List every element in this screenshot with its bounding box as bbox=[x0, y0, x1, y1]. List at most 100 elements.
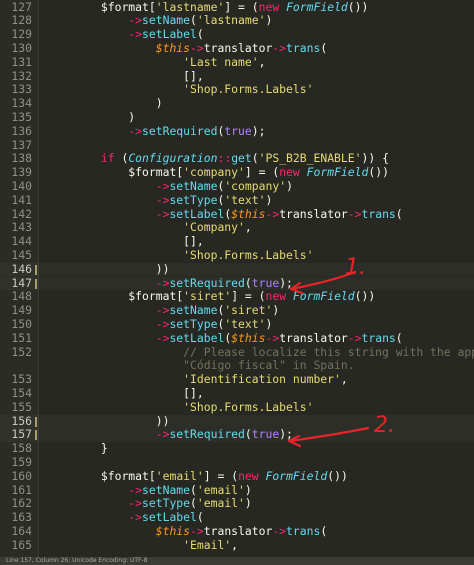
code-line[interactable]: 136 ->setRequired(true); bbox=[0, 123, 474, 139]
code-token: trans bbox=[286, 523, 321, 538]
code-line[interactable]: 128 ->setName('lastname') bbox=[0, 13, 474, 28]
code-line[interactable]: 165 'Email', bbox=[0, 538, 474, 553]
code-line[interactable]: 162 ->setType('email') bbox=[0, 496, 474, 511]
code-line[interactable]: 148 $format['siret'] = (new FormField()) bbox=[0, 289, 474, 304]
code-line[interactable]: 140 ->setName('company') bbox=[0, 178, 474, 194]
code-line[interactable]: 143 'Company', bbox=[0, 220, 474, 235]
code-token: ) bbox=[265, 316, 273, 331]
code-token: ); bbox=[251, 123, 266, 138]
code-token: -> bbox=[46, 178, 170, 193]
code-token: ()) bbox=[368, 165, 389, 180]
line-number: 136 bbox=[11, 123, 32, 138]
code-token: 'siret' bbox=[183, 289, 232, 304]
code-text: ->setName('siret') bbox=[46, 303, 279, 318]
line-number: 144 bbox=[11, 234, 32, 249]
code-token: setRequired bbox=[142, 123, 218, 138]
code-token: setLabel bbox=[142, 27, 197, 42]
code-line[interactable]: 142 ->setLabel($this->translator->trans( bbox=[0, 206, 474, 222]
code-line[interactable]: 156 )) bbox=[0, 414, 474, 429]
code-line[interactable]: 141 ->setType('text') bbox=[0, 193, 474, 208]
code-line[interactable]: "Código fiscal" in Spain. bbox=[0, 358, 474, 373]
code-text: [], bbox=[46, 386, 204, 401]
code-text: ->setName('lastname') bbox=[46, 13, 272, 28]
line-number: 143 bbox=[11, 220, 32, 235]
line-number: 135 bbox=[11, 109, 32, 124]
code-token: 'email' bbox=[196, 482, 245, 497]
code-editor[interactable]: 127 $format['lastname'] = (new FormField… bbox=[0, 0, 474, 565]
code-line[interactable]: 159 bbox=[0, 455, 474, 470]
code-token: , bbox=[244, 220, 252, 235]
code-text: [], bbox=[46, 69, 204, 84]
code-line[interactable]: 129 ->setLabel( bbox=[0, 27, 474, 42]
code-token: -> bbox=[46, 510, 143, 525]
modified-line-marker bbox=[35, 430, 37, 441]
line-number: 162 bbox=[11, 496, 32, 511]
code-line[interactable]: 139 $format['company'] = (new FormField(… bbox=[0, 165, 474, 180]
code-line[interactable]: 145 'Shop.Forms.Labels' bbox=[0, 248, 474, 263]
code-line[interactable]: 163 ->setLabel( bbox=[0, 510, 474, 525]
code-token: 'company' bbox=[183, 165, 245, 180]
code-line[interactable]: 135 ) bbox=[0, 109, 474, 125]
code-token: 'Identification number' bbox=[183, 372, 341, 387]
code-line[interactable]: 155 'Shop.Forms.Labels' bbox=[0, 399, 474, 415]
code-token: trans bbox=[361, 330, 396, 345]
code-token: translator bbox=[279, 330, 348, 345]
code-token: ) bbox=[286, 178, 293, 193]
code-line[interactable]: 137 bbox=[0, 138, 474, 153]
code-line[interactable]: 132 [], bbox=[0, 69, 474, 84]
code-line[interactable]: 127 $format['lastname'] = (new FormField… bbox=[0, 0, 474, 15]
code-text: ->setType('text') bbox=[46, 316, 273, 332]
code-line[interactable]: 164 $this->translator->trans( bbox=[0, 523, 474, 539]
code-token: $format bbox=[100, 0, 149, 14]
code-line[interactable]: 160 $format['email'] = (new FormField()) bbox=[0, 468, 474, 484]
code-line[interactable]: 133 'Shop.Forms.Labels' bbox=[0, 82, 474, 97]
code-token: Configuration bbox=[128, 151, 218, 166]
code-line[interactable]: 138 if (Configuration::get('PS_B2B_ENABL… bbox=[0, 151, 474, 166]
code-line[interactable]: 134 ) bbox=[0, 96, 474, 111]
code-token: 'Company' bbox=[183, 220, 245, 235]
code-line[interactable]: 130 $this->translator->trans( bbox=[0, 40, 474, 56]
code-token: ( bbox=[395, 330, 403, 345]
code-text: $format['siret'] = (new FormField()) bbox=[46, 289, 376, 304]
code-token: 'lastname' bbox=[155, 0, 225, 14]
code-line[interactable]: 153 'Identification number', bbox=[0, 372, 474, 387]
code-line[interactable]: 161 ->setName('email') bbox=[0, 482, 474, 498]
code-token: trans bbox=[286, 40, 321, 55]
code-line[interactable]: 150 ->setType('text') bbox=[0, 316, 474, 332]
line-number: 155 bbox=[11, 399, 32, 414]
code-text: [], bbox=[46, 234, 204, 249]
code-line[interactable]: 151 ->setLabel($this->translator->trans( bbox=[0, 330, 474, 346]
code-token: new bbox=[238, 468, 259, 483]
line-number: 131 bbox=[11, 54, 32, 69]
code-token: ( bbox=[114, 151, 129, 166]
line-number: 163 bbox=[11, 510, 32, 525]
code-line[interactable]: 131 'Last name', bbox=[0, 54, 474, 70]
code-token: ()) bbox=[354, 289, 376, 304]
code-token: -> bbox=[190, 40, 204, 55]
code-token: ( bbox=[320, 40, 328, 55]
code-token: $format bbox=[128, 165, 177, 180]
line-number: 142 bbox=[11, 206, 32, 221]
code-line[interactable]: 158 } bbox=[0, 441, 474, 456]
line-number: 128 bbox=[11, 13, 32, 28]
code-line[interactable]: 149 ->setName('siret') bbox=[0, 303, 474, 318]
code-token: -> bbox=[46, 330, 170, 345]
line-number: 152 bbox=[11, 344, 32, 359]
code-line[interactable]: 154 [], bbox=[0, 386, 474, 401]
code-token: "Código fiscal" in Spain. bbox=[183, 358, 355, 373]
code-token: true bbox=[251, 275, 280, 290]
code-text: ->setLabel($this->translator->trans( bbox=[46, 207, 403, 222]
code-text: ->setType('email') bbox=[46, 496, 251, 511]
code-line[interactable]: 144 [], bbox=[0, 234, 474, 249]
code-token: $this bbox=[155, 40, 191, 55]
code-token: setLabel bbox=[169, 330, 225, 345]
code-line[interactable]: 152 // Please localize this string with … bbox=[0, 344, 474, 360]
code-line[interactable]: 147 ->setRequired(true); bbox=[0, 275, 474, 291]
code-token: ] = ( bbox=[203, 468, 239, 483]
code-line[interactable]: 146 )) bbox=[0, 262, 474, 277]
code-line[interactable]: 157 ->setRequired(true); bbox=[0, 427, 474, 442]
